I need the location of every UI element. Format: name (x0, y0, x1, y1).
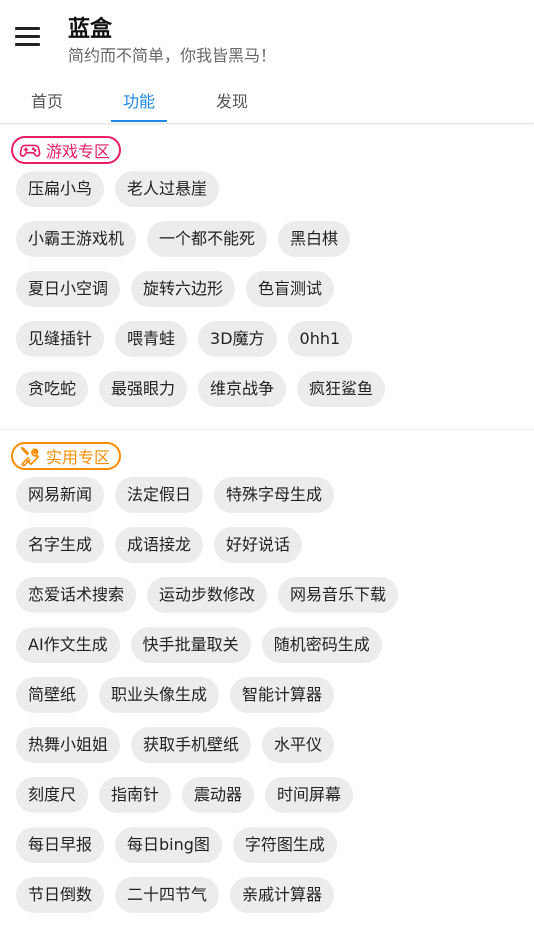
tools-section-title: 实用专区 (46, 448, 111, 467)
chip-row: 见缝插针 喂青蛙 3D魔方 0hh1 (16, 321, 534, 357)
chip-row: 名字生成 成语接龙 好好说话 (16, 527, 534, 563)
feature-chip[interactable]: 二十四节气 (115, 877, 220, 913)
feature-chip[interactable]: 字符图生成 (232, 827, 337, 863)
feature-chip[interactable]: 热舞小姐姐 (16, 727, 121, 763)
feature-chip[interactable]: 疯狂鲨鱼 (297, 371, 386, 407)
feature-chip[interactable]: 快手批量取关 (130, 627, 251, 663)
feature-chip[interactable]: 小霸王游戏机 (16, 221, 137, 257)
feature-chip[interactable]: 见缝插针 (16, 321, 105, 357)
feature-chip[interactable]: 刻度尺 (16, 777, 89, 813)
chip-row: 压扁小鸟 老人过悬崖 (16, 171, 534, 207)
feature-chip[interactable]: 网易新闻 (16, 477, 105, 513)
feature-chip[interactable]: AI作文生成 (16, 627, 120, 663)
chip-row: 热舞小姐姐 获取手机壁纸 水平仪 (16, 727, 534, 763)
chip-row: 节日倒数 二十四节气 亲戚计算器 (16, 877, 534, 913)
feature-chip[interactable]: 0hh1 (287, 321, 353, 357)
feature-chip[interactable]: 夏日小空调 (16, 271, 121, 307)
feature-chip[interactable]: 压扁小鸟 (16, 171, 105, 207)
feature-chip[interactable]: 水平仪 (262, 727, 335, 763)
feature-chip[interactable]: 亲戚计算器 (230, 877, 335, 913)
feature-chip[interactable]: 职业头像生成 (99, 677, 220, 713)
chip-row: 恋爱话术搜索 运动步数修改 网易音乐下载 (16, 577, 534, 613)
feature-chip[interactable]: 每日bing图 (115, 827, 222, 863)
chip-row: AI作文生成 快手批量取关 随机密码生成 (16, 627, 534, 663)
app-header: 蓝盒 简约而不简单，你我皆黑马！ (0, 0, 534, 76)
menu-icon[interactable] (15, 27, 41, 47)
tools-section-badge: 实用专区 (11, 442, 122, 470)
app-title: 蓝盒 (68, 17, 113, 42)
tab-features[interactable]: 功能 (123, 88, 155, 112)
feature-chip[interactable]: 法定假日 (115, 477, 204, 513)
feature-chip[interactable]: 运动步数修改 (147, 577, 268, 613)
chip-row: 夏日小空调 旋转六边形 色盲测试 (16, 271, 534, 307)
tab-home[interactable]: 首页 (31, 88, 63, 112)
feature-chip[interactable]: 色盲测试 (246, 271, 335, 307)
tools-section: 实用专区 网易新闻 法定假日 特殊字母生成 名字生成 成语接龙 好好说话 恋爱话术搜索 运动步… (0, 429, 534, 935)
tools-icon (20, 446, 40, 467)
feature-chip[interactable]: 喂青蛙 (115, 321, 188, 357)
games-section-badge: 游戏专区 (11, 136, 122, 164)
chip-row: 小霸王游戏机 一个都不能死 黑白棋 (16, 221, 534, 257)
feature-chip[interactable]: 网易音乐下载 (278, 577, 399, 613)
chip-row: 网易新闻 法定假日 特殊字母生成 (16, 477, 534, 513)
games-chip-list: 压扁小鸟 老人过悬崖 小霸王游戏机 一个都不能死 黑白棋 夏日小空调 旋转六边形 色盲测试 见缝… (0, 165, 534, 407)
feature-chip[interactable]: 指南针 (99, 777, 172, 813)
feature-chip[interactable]: 好好说话 (214, 527, 303, 563)
feature-chip[interactable]: 维京战争 (198, 371, 287, 407)
feature-chip[interactable]: 贪吃蛇 (16, 371, 89, 407)
feature-chip[interactable]: 3D魔方 (198, 321, 277, 357)
tab-bar: 首页 功能 发现 (0, 76, 534, 124)
feature-chip[interactable]: 旋转六边形 (131, 271, 236, 307)
feature-chip[interactable]: 黑白棋 (278, 221, 351, 257)
feature-chip[interactable]: 最强眼力 (99, 371, 188, 407)
tab-discover[interactable]: 发现 (216, 88, 248, 112)
feature-chip[interactable]: 恋爱话术搜索 (16, 577, 137, 613)
feature-chip[interactable]: 智能计算器 (230, 677, 335, 713)
feature-chip[interactable]: 特殊字母生成 (214, 477, 335, 513)
feature-chip[interactable]: 获取手机壁纸 (131, 727, 252, 763)
games-section: 游戏专区 压扁小鸟 老人过悬崖 小霸王游戏机 一个都不能死 黑白棋 夏日小空调 旋转六边形色… (0, 124, 534, 429)
tab-active-indicator (111, 120, 167, 122)
feature-chip[interactable]: 随机密码生成 (261, 627, 382, 663)
gamepad-icon (19, 144, 41, 157)
feature-chip[interactable]: 老人过悬崖 (115, 171, 220, 207)
chip-row: 每日早报 每日bing图 字符图生成 (16, 827, 534, 863)
games-section-title: 游戏专区 (46, 142, 111, 161)
app-subtitle: 简约而不简单，你我皆黑马！ (68, 46, 277, 65)
chip-row: 贪吃蛇 最强眼力 维京战争 疯狂鲨鱼 (16, 371, 534, 407)
feature-chip[interactable]: 时间屏幕 (265, 777, 354, 813)
feature-chip[interactable]: 一个都不能死 (147, 221, 268, 257)
feature-chip[interactable]: 每日早报 (16, 827, 105, 863)
feature-chip[interactable]: 简壁纸 (16, 677, 89, 713)
chip-row: 简壁纸 职业头像生成 智能计算器 (16, 677, 534, 713)
feature-chip[interactable]: 成语接龙 (115, 527, 204, 563)
feature-chip[interactable]: 名字生成 (16, 527, 105, 563)
chip-row: 刻度尺 指南针 震动器 时间屏幕 (16, 777, 534, 813)
feature-chip[interactable]: 节日倒数 (16, 877, 105, 913)
feature-chip[interactable]: 震动器 (182, 777, 255, 813)
tools-chip-list: 网易新闻 法定假日 特殊字母生成 名字生成 成语接龙 好好说话 恋爱话术搜索 运动步数修改 网易… (0, 471, 534, 913)
